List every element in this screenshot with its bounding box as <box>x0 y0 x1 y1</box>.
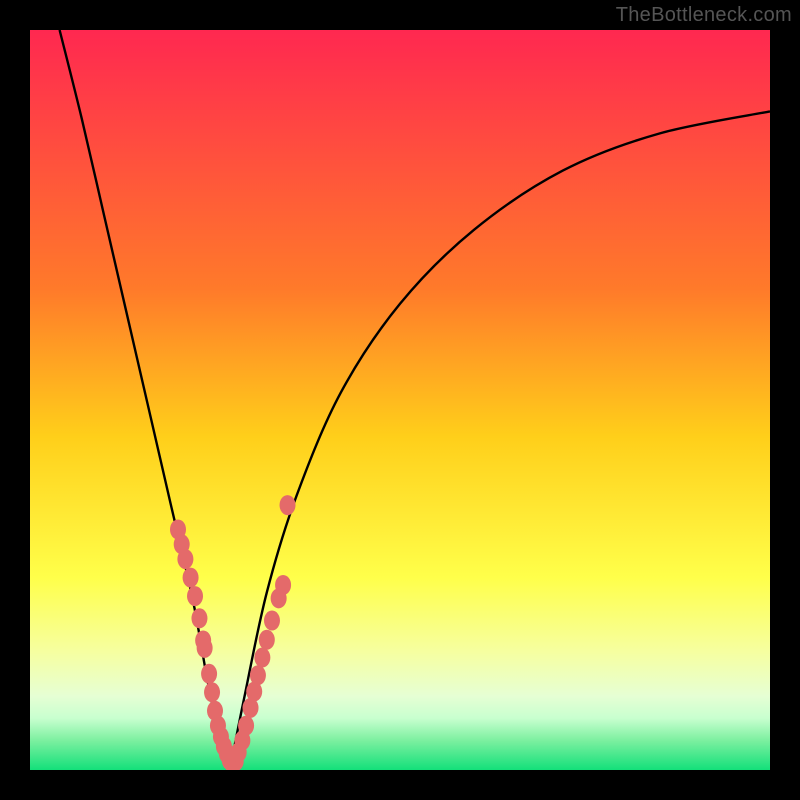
data-marker <box>238 716 254 736</box>
data-marker <box>187 586 203 606</box>
data-marker <box>191 608 207 628</box>
data-marker <box>204 682 220 702</box>
gradient-panel <box>30 30 770 770</box>
data-marker <box>183 568 199 588</box>
watermark-text: TheBottleneck.com <box>616 4 792 27</box>
data-marker <box>201 664 217 684</box>
bottleneck-chart <box>0 0 800 800</box>
data-marker <box>250 665 266 685</box>
data-marker <box>259 630 275 650</box>
data-marker <box>177 549 193 569</box>
data-marker <box>254 648 270 668</box>
data-marker <box>264 611 280 631</box>
data-marker <box>275 575 291 595</box>
chart-stage: TheBottleneck.com <box>0 0 800 800</box>
data-marker <box>280 495 296 515</box>
data-marker <box>197 638 213 658</box>
